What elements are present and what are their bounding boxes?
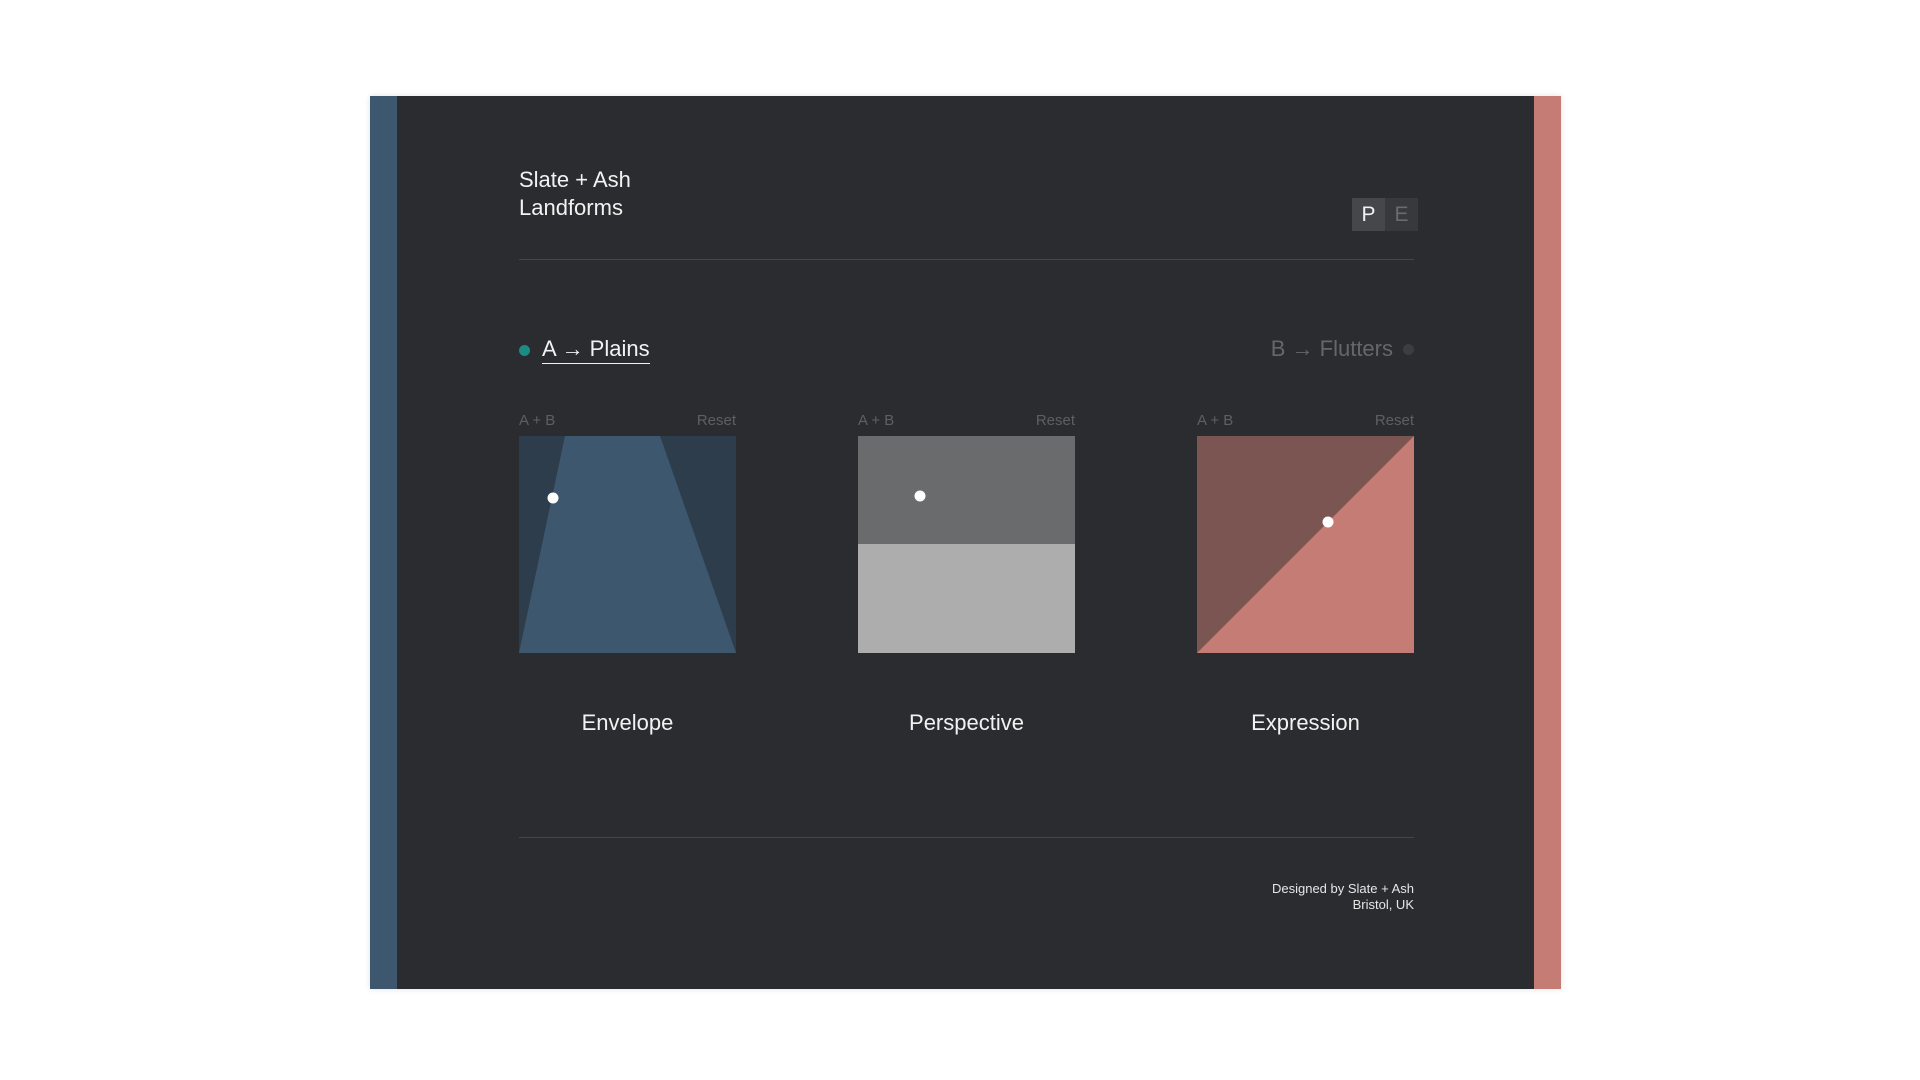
panel-title: Perspective: [909, 710, 1024, 735]
panel-controls: A + B Reset: [1197, 412, 1414, 432]
footer-divider: [519, 837, 1414, 838]
toggle-option-e[interactable]: E: [1385, 198, 1418, 231]
envelope-canvas[interactable]: [519, 436, 736, 653]
app-window: Slate + Ash Landforms P E A → Plains B →…: [370, 96, 1561, 989]
blend-button[interactable]: A + B: [519, 412, 555, 432]
mode-a-selector[interactable]: A → Plains: [519, 336, 650, 364]
footer-line-2: Bristol, UK: [1352, 897, 1414, 912]
blend-button[interactable]: A + B: [1197, 412, 1233, 432]
perspective-upper-region: [858, 436, 1075, 544]
perspective-lower-region: [858, 544, 1075, 653]
blend-button[interactable]: A + B: [858, 412, 894, 432]
mode-b-selector[interactable]: B → Flutters: [1271, 336, 1414, 362]
main-content: Slate + Ash Landforms P E A → Plains B →…: [519, 96, 1418, 989]
perspective-canvas[interactable]: [858, 436, 1075, 653]
reset-button[interactable]: Reset: [1375, 412, 1414, 432]
panel-envelope: A + B Reset Envelope: [519, 412, 736, 735]
reset-button[interactable]: Reset: [1036, 412, 1075, 432]
expression-handle[interactable]: [1322, 516, 1334, 528]
right-color-strip: [1534, 96, 1561, 989]
panel-expression: A + B Reset Expression: [1197, 412, 1414, 735]
brand-line-2: Landforms: [519, 195, 623, 220]
left-color-strip: [370, 96, 397, 989]
mode-b-label[interactable]: B → Flutters: [1271, 336, 1393, 362]
footer-line-1: Designed by Slate + Ash: [1271, 881, 1414, 896]
footer-credits: Designed by Slate + Ash Bristol, UK: [1272, 881, 1414, 913]
expression-canvas[interactable]: [1197, 436, 1414, 653]
header-divider: [519, 259, 1414, 260]
mode-b-dot-icon: [1403, 343, 1414, 355]
mode-toggle: P E: [1352, 198, 1418, 231]
mode-a-dot-icon: [519, 344, 530, 356]
envelope-handle[interactable]: [547, 492, 559, 504]
perspective-handle[interactable]: [914, 490, 926, 502]
toggle-option-p[interactable]: P: [1352, 198, 1385, 231]
panel-title: Expression: [1251, 710, 1360, 735]
brand-title: Slate + Ash Landforms: [519, 166, 631, 222]
panel-controls: A + B Reset: [858, 412, 1075, 432]
panel-title: Envelope: [581, 710, 674, 735]
panel-perspective: A + B Reset Perspective: [858, 412, 1075, 735]
reset-button[interactable]: Reset: [697, 412, 736, 432]
brand-line-1: Slate + Ash: [519, 167, 631, 192]
panel-controls: A + B Reset: [519, 412, 736, 432]
mode-a-label[interactable]: A → Plains: [542, 336, 650, 364]
